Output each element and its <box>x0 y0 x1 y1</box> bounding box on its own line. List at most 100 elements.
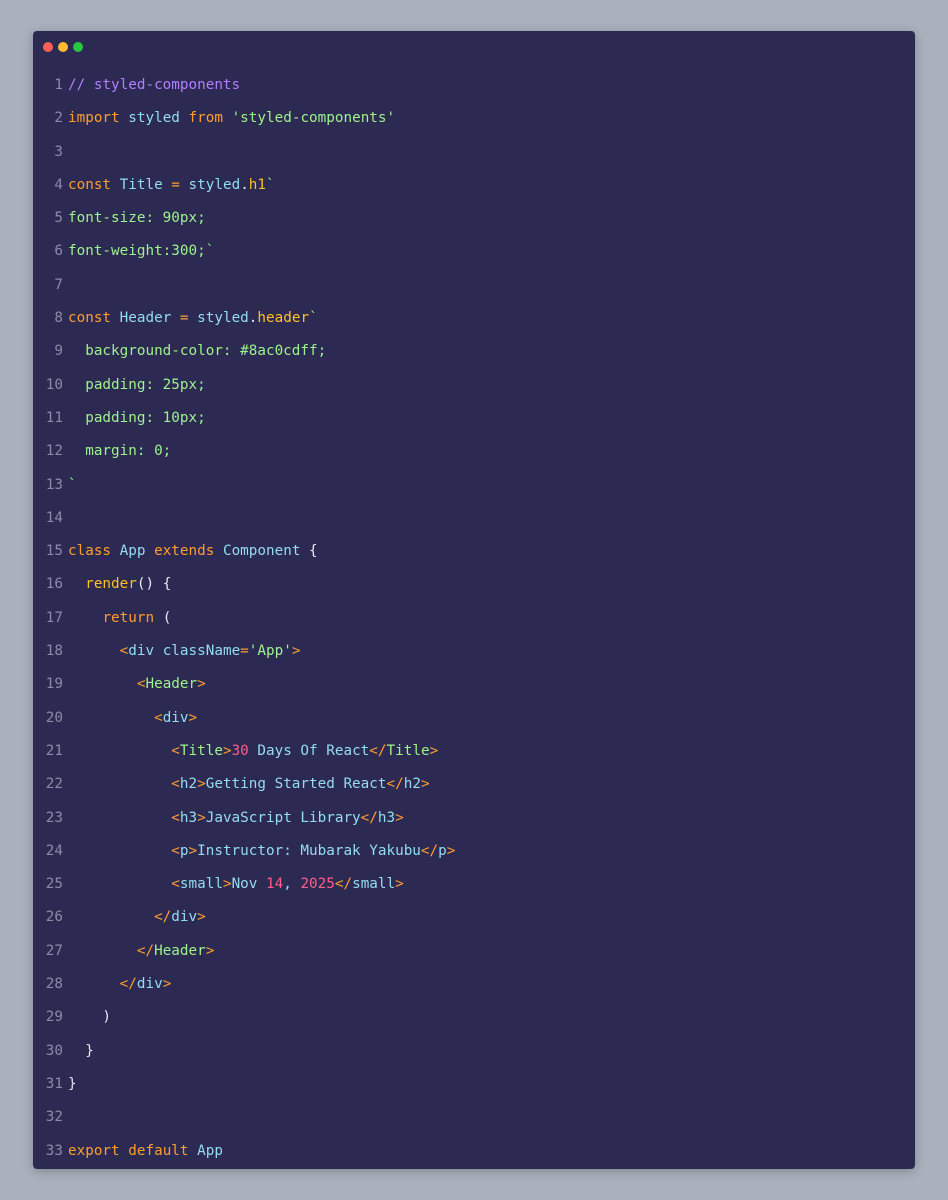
code-text: ` <box>68 469 77 502</box>
code-text: class App extends Component { <box>68 535 318 568</box>
close-dot-icon[interactable] <box>43 42 53 52</box>
code-line: 10 padding: 25px; <box>33 369 915 402</box>
code-line: 8 const Header = styled.header` <box>33 302 915 335</box>
line-number: 24 <box>45 842 63 859</box>
line-number: 23 <box>45 809 63 826</box>
code-token: </ <box>154 909 172 926</box>
code-token: default <box>128 1142 189 1159</box>
line-number: 28 <box>45 976 63 993</box>
line-number: 21 <box>45 742 63 759</box>
code-line: 28 </div> <box>33 968 915 1001</box>
code-line: 9 background-color: #8ac0cdff; <box>33 335 915 368</box>
code-token: Component <box>222 543 301 560</box>
line-number: 12 <box>45 443 63 460</box>
line-number: 18 <box>45 643 63 660</box>
code-text: padding: 10px; <box>68 402 206 435</box>
code-token: div <box>128 643 155 660</box>
code-token: Days Of React <box>248 742 370 759</box>
code-token: > <box>162 976 172 993</box>
code-line: 17 return ( <box>33 602 915 635</box>
code-token: 30 <box>231 742 249 759</box>
code-text: <Title>30 Days Of React</Title> <box>68 735 438 768</box>
code-token: padding: 10px; <box>68 409 206 426</box>
code-token: </ <box>334 876 353 893</box>
window-titlebar <box>33 31 915 63</box>
code-token: > <box>197 776 206 793</box>
code-token: font-weight:300;` <box>68 243 215 260</box>
code-line: 32 <box>33 1101 915 1134</box>
code-token: > <box>222 742 232 759</box>
minimize-dot-icon[interactable] <box>58 42 68 52</box>
line-number: 8 <box>54 310 63 327</box>
line-number: 20 <box>45 709 63 726</box>
code-text: background-color: #8ac0cdff; <box>68 335 326 368</box>
code-token: 'styled-components' <box>231 110 396 127</box>
line-number: 16 <box>45 576 63 593</box>
line-number: 19 <box>45 676 63 693</box>
code-line: 22 <h2>Getting Started React</h2> <box>33 768 915 801</box>
code-token: < <box>171 876 180 893</box>
line-number: 9 <box>54 343 63 360</box>
maximize-dot-icon[interactable] <box>73 42 83 52</box>
code-token: </ <box>119 976 137 993</box>
code-line: 30 } <box>33 1035 915 1068</box>
code-token: < <box>154 709 163 726</box>
code-text: font-weight:300;` <box>68 235 214 268</box>
code-text: padding: 25px; <box>68 369 206 402</box>
code-token: ) <box>68 1009 112 1026</box>
code-token: JavaScript Library <box>205 809 361 826</box>
code-token: font-size: 90px; <box>68 210 206 227</box>
code-token: Header <box>119 310 172 327</box>
code-token: Title <box>386 742 430 759</box>
code-text: <Header> <box>68 668 206 701</box>
code-line: 14 <box>33 502 915 535</box>
code-token: div <box>136 976 163 993</box>
code-text: render() { <box>68 568 171 601</box>
line-number: 15 <box>45 543 63 560</box>
code-token: > <box>197 809 206 826</box>
code-text: <small>Nov 14, 2025</small> <box>68 868 404 901</box>
code-text: const Title = styled.h1` <box>68 169 275 202</box>
code-line: 16 render() { <box>33 568 915 601</box>
code-block: 1 // styled-components 2 import styled from… <box>33 69 915 1168</box>
code-text: <div className='App'> <box>68 635 301 668</box>
code-token: Getting Started React <box>205 776 387 793</box>
line-number: 13 <box>45 476 63 493</box>
code-token: Title <box>179 742 223 759</box>
line-number: 3 <box>54 143 63 160</box>
code-text: <h2>Getting Started React</h2> <box>68 768 429 801</box>
code-token: ` <box>266 176 275 193</box>
line-number: 22 <box>45 776 63 793</box>
line-number: 1 <box>54 77 63 93</box>
code-text: const Header = styled.header` <box>68 302 318 335</box>
code-line: 18 <div className='App'> <box>33 635 915 668</box>
code-text: export default App <box>68 1135 223 1168</box>
code-line: 2 import styled from 'styled-components' <box>33 102 915 135</box>
code-token: > <box>188 709 198 726</box>
code-token: h2 <box>403 776 421 793</box>
code-token: Nov <box>231 876 266 893</box>
code-token: styled <box>197 310 249 327</box>
line-number: 26 <box>45 909 63 926</box>
code-token: ` <box>68 476 77 493</box>
code-token: p <box>438 842 447 859</box>
code-token: h1 <box>248 176 267 193</box>
code-text: <h3>JavaScript Library</h3> <box>68 802 403 835</box>
code-token: h2 <box>179 776 198 793</box>
line-number: 4 <box>54 176 63 193</box>
code-token: > <box>395 876 404 893</box>
code-text: margin: 0; <box>68 435 171 468</box>
code-line: 23 <h3>JavaScript Library</h3> <box>33 802 915 835</box>
code-token: = <box>240 643 249 660</box>
